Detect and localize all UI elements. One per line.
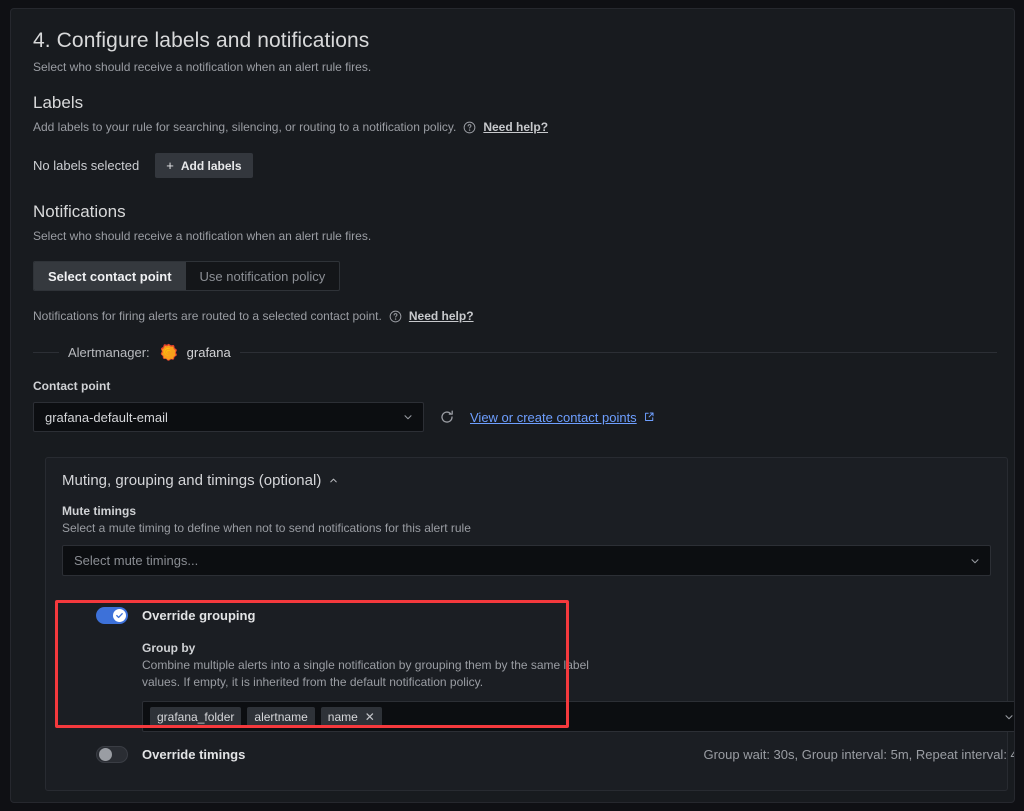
- toggle-knob: [113, 609, 126, 622]
- labels-description: Add labels to your rule for searching, s…: [33, 120, 457, 134]
- labels-heading: Labels: [33, 93, 84, 112]
- labels-row: No labels selected + Add labels: [33, 153, 997, 178]
- group-by-tag-label: grafana_folder: [157, 709, 235, 724]
- grafana-logo-icon: [160, 343, 177, 361]
- mute-timings-placeholder: Select mute timings...: [74, 553, 199, 568]
- plus-icon: +: [166, 157, 174, 173]
- contact-point-label: Contact point: [33, 379, 111, 393]
- routed-description-row: Notifications for firing alerts are rout…: [33, 309, 997, 323]
- tab-select-contact-point[interactable]: Select contact point: [34, 262, 186, 290]
- no-labels-text: No labels selected: [33, 158, 140, 173]
- group-by-tag-label: name: [327, 709, 358, 724]
- alertmanager-name: grafana: [186, 345, 231, 360]
- override-timings-label: Override timings: [142, 747, 246, 762]
- close-icon[interactable]: ✕: [365, 711, 375, 723]
- check-icon: [116, 613, 123, 619]
- alert-rule-form-panel: 4. Configure labels and notifications Se…: [10, 8, 1015, 803]
- contact-point-row: grafana-default-email View or create con…: [33, 402, 997, 432]
- override-timings-toggle-row: Override timings: [96, 746, 245, 763]
- group-by-description: Combine multiple alerts into a single no…: [142, 658, 589, 689]
- labels-need-help-link[interactable]: Need help?: [483, 118, 548, 136]
- page-description: Select who should receive a notification…: [33, 60, 372, 74]
- override-grouping-toggle[interactable]: [96, 607, 128, 624]
- mute-timings-select[interactable]: Select mute timings...: [62, 545, 991, 576]
- alertmanager-row: Alertmanager: grafana: [33, 343, 997, 362]
- group-by-tag: name ✕: [320, 706, 382, 727]
- chevron-down-icon: [404, 415, 412, 420]
- chevron-down-icon: [1005, 714, 1013, 719]
- muting-card-body: Mute timings Select a mute timing to def…: [46, 504, 1007, 576]
- view-create-contact-points-link[interactable]: View or create contact points: [470, 410, 655, 425]
- muting-grouping-timings-card: Muting, grouping and timings (optional) …: [45, 457, 1014, 791]
- override-grouping-row: Override grouping: [96, 607, 1014, 624]
- chevron-up-icon: [330, 478, 338, 483]
- page-title: 4. Configure labels and notifications: [33, 29, 370, 52]
- override-timings-toggle[interactable]: [96, 746, 128, 763]
- group-by-tag: grafana_folder: [150, 706, 242, 727]
- contact-point-select[interactable]: grafana-default-email: [33, 402, 424, 432]
- labels-description-row: Add labels to your rule for searching, s…: [33, 118, 997, 136]
- group-by-tag-label: alertname: [254, 709, 308, 724]
- override-grouping-label: Override grouping: [142, 608, 256, 623]
- view-create-contact-points-label: View or create contact points: [470, 409, 637, 425]
- muting-card-title: Muting, grouping and timings (optional): [62, 472, 322, 489]
- override-grouping-block: Override grouping Group by Combine multi…: [96, 607, 1014, 732]
- question-circle-icon: [463, 121, 476, 133]
- notification-mode-toggle-group: Select contact point Use notification po…: [33, 261, 341, 291]
- group-by-label: Group by: [142, 641, 196, 655]
- mute-timings-description: Select a mute timing to define when not …: [62, 521, 471, 535]
- tab-use-notification-policy[interactable]: Use notification policy: [186, 262, 340, 290]
- notifications-heading: Notifications: [33, 202, 126, 221]
- muting-card-header[interactable]: Muting, grouping and timings (optional): [62, 472, 339, 489]
- refresh-icon[interactable]: [439, 409, 455, 425]
- toggle-knob: [99, 748, 112, 761]
- mute-timings-label: Mute timings: [62, 504, 136, 518]
- contact-point-value: grafana-default-email: [45, 409, 168, 425]
- divider-left: [33, 352, 59, 353]
- group-by-wrapper: Group by Combine multiple alerts into a …: [142, 641, 1014, 732]
- question-circle-icon: [389, 310, 402, 322]
- timings-summary: Group wait: 30s, Group interval: 5m, Rep…: [703, 747, 1015, 762]
- alertmanager-label: Alertmanager:: [68, 345, 150, 360]
- step-content: 4. Configure labels and notifications Se…: [33, 27, 997, 432]
- override-timings-row: Override timings Group wait: 30s, Group …: [96, 746, 1015, 763]
- notifications-need-help-link[interactable]: Need help?: [409, 309, 474, 323]
- add-labels-label: Add labels: [180, 158, 242, 173]
- add-labels-button[interactable]: + Add labels: [155, 153, 253, 178]
- chevron-down-icon: [971, 558, 979, 563]
- group-by-tag: alertname: [247, 706, 315, 727]
- notifications-description: Select who should receive a notification…: [33, 229, 372, 243]
- divider-right: [239, 352, 997, 353]
- group-by-select[interactable]: grafana_folder alertname name ✕: [142, 701, 1014, 732]
- external-link-icon: [644, 412, 654, 421]
- routed-description: Notifications for firing alerts are rout…: [33, 309, 382, 323]
